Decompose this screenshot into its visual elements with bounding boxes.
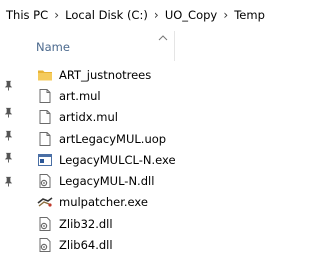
- file-name: Zlib32.dll: [59, 216, 113, 231]
- document-icon: [39, 110, 51, 125]
- file-name: LegacyMUL-N.dll: [59, 174, 155, 189]
- folder-icon: [38, 70, 52, 81]
- pin-icon[interactable]: [3, 80, 14, 91]
- list-item[interactable]: Zlib64.dll: [35, 234, 272, 255]
- file-name: art.mul: [59, 88, 101, 103]
- breadcrumb-uo-copy[interactable]: UO_Copy: [164, 8, 218, 22]
- list-item[interactable]: artLegacyMUL.uop: [35, 128, 272, 149]
- list-item[interactable]: mulpatcher.exe: [35, 192, 272, 213]
- app-icon: [37, 197, 53, 208]
- column-header[interactable]: Name: [22, 31, 272, 61]
- console-app-icon: [38, 153, 52, 166]
- document-icon: [39, 88, 51, 103]
- chevron-up-icon: [158, 35, 168, 41]
- file-name: LegacyMULCL-N.exe: [59, 152, 176, 167]
- breadcrumb-temp[interactable]: Temp: [233, 8, 266, 22]
- list-item[interactable]: Zlib32.dll: [35, 213, 272, 234]
- file-list: ART_justnotrees art.mul artidx.mul artLe…: [35, 64, 272, 256]
- document-icon: [39, 131, 51, 146]
- dll-icon: [39, 216, 51, 231]
- dll-icon: [39, 174, 51, 189]
- breadcrumb-local-disk[interactable]: Local Disk (C:): [64, 8, 149, 22]
- breadcrumb: This PC › Local Disk (C:) › UO_Copy › Te…: [0, 0, 272, 30]
- column-divider[interactable]: [174, 31, 175, 61]
- list-item[interactable]: artidx.mul: [35, 107, 272, 128]
- dll-icon: [39, 238, 51, 253]
- breadcrumb-separator[interactable]: ›: [149, 8, 164, 22]
- pin-icon[interactable]: [3, 107, 14, 118]
- file-name: mulpatcher.exe: [59, 195, 148, 210]
- list-item[interactable]: art.mul: [35, 85, 272, 106]
- pin-icon[interactable]: [3, 130, 14, 141]
- navigation-pane: [0, 30, 20, 268]
- breadcrumb-this-pc[interactable]: This PC: [0, 8, 49, 22]
- file-name: Zlib64.dll: [59, 238, 113, 253]
- pin-icon[interactable]: [3, 152, 14, 163]
- list-item[interactable]: ART_justnotrees: [35, 64, 272, 85]
- file-name: ART_justnotrees: [59, 67, 152, 82]
- file-name: artLegacyMUL.uop: [59, 131, 167, 146]
- list-item[interactable]: LegacyMULCL-N.exe: [35, 149, 272, 170]
- column-header-name[interactable]: Name: [36, 40, 70, 54]
- breadcrumb-separator[interactable]: ›: [49, 8, 64, 22]
- file-name: artidx.mul: [59, 110, 118, 125]
- pin-icon[interactable]: [3, 176, 14, 187]
- breadcrumb-separator[interactable]: ›: [218, 8, 233, 22]
- list-item[interactable]: LegacyMUL-N.dll: [35, 170, 272, 191]
